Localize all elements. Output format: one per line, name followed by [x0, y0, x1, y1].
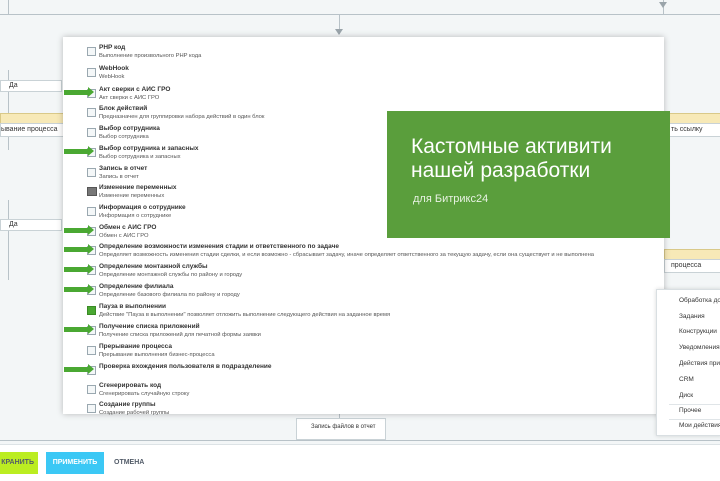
activity-title: Создание группы	[99, 401, 156, 408]
menu-item[interactable]: Прочее	[679, 407, 701, 414]
activity-description: Информация о сотруднике	[99, 213, 172, 219]
highlight-arrow-icon	[64, 146, 94, 156]
activity-description: WebHook	[99, 74, 125, 80]
activity-title: Запись в отчет	[99, 165, 148, 172]
canvas-connector	[8, 200, 9, 280]
save-button[interactable]: КРАНИТЬ	[0, 452, 38, 474]
activity-label: ывание процесса	[1, 126, 58, 133]
user-icon	[87, 128, 96, 137]
activity-title: Пауза в выполнении	[99, 303, 167, 310]
activity-title: Определение филиала	[99, 283, 174, 290]
highlight-arrow-icon	[64, 225, 94, 235]
activity-description: Изменение переменных	[99, 193, 165, 199]
activity-description: Обмен с АИС ГРО	[99, 233, 149, 239]
bottom-toolbar	[0, 444, 720, 481]
activity-description: Выбор сотрудника и запасных	[99, 154, 181, 160]
activity-title: Проверка вхождения пользователя в подраз…	[99, 363, 272, 370]
activity-description: Определение базового филиала по району и…	[99, 292, 240, 298]
promo-headline-line1: Кастомные активити	[411, 135, 612, 158]
activity-title: Выбор сотрудника	[99, 125, 160, 132]
activity-category-menu: Обработка до Задания Конструкции Уведомлени…	[656, 289, 720, 436]
report-icon	[87, 168, 96, 177]
apply-button[interactable]: ПРИМЕНИТЬ	[46, 452, 104, 474]
activity-description: Запись в отчет	[99, 174, 139, 180]
activity-description: Определение монтажной службы по району и…	[99, 272, 243, 278]
info-icon	[87, 207, 96, 216]
group-icon	[87, 404, 96, 413]
highlight-arrow-icon	[64, 364, 94, 374]
highlight-arrow-icon	[64, 264, 94, 274]
promo-subline: для Битрикс24	[413, 193, 489, 205]
menu-separator	[669, 419, 720, 420]
highlight-arrow-icon	[64, 87, 94, 97]
menu-item[interactable]: Конструкции	[679, 328, 717, 335]
cancel-button[interactable]: ОТМЕНА	[114, 452, 144, 474]
code-icon	[87, 47, 96, 56]
block-icon	[87, 108, 96, 117]
menu-separator	[669, 404, 720, 405]
activity-title: PHP код	[99, 44, 126, 51]
highlight-arrow-icon	[64, 244, 94, 254]
activity-title: Прерывание процесса	[99, 343, 172, 350]
activity-description: Получение списка приложений для печатной…	[99, 332, 261, 338]
activity-title: Обмен с АИС ГРО	[99, 224, 157, 231]
promo-headline-line2: нашей разработки	[411, 159, 591, 182]
menu-item[interactable]: Уведомления	[679, 344, 720, 351]
activity-description: Прерывание выполнения бизнес-процесса	[99, 352, 215, 358]
menu-item[interactable]: Задания	[679, 313, 705, 320]
stop-icon	[87, 346, 96, 355]
canvas-activity[interactable]: процесса	[664, 259, 720, 273]
highlight-arrow-icon	[64, 284, 94, 294]
promo-banner: Кастомные активити нашей разработки для …	[387, 111, 670, 238]
menu-item[interactable]: Мои действия	[679, 422, 720, 429]
pause-icon	[87, 306, 96, 315]
activity-picker-dialog: PHP код Выполнение произвольного PHP кода…	[63, 37, 670, 416]
activity-label: Запись файлов в отчет	[311, 424, 376, 430]
activity-description: Сгенерировать случайную строку	[99, 391, 190, 397]
webhook-icon	[87, 68, 96, 77]
activity-description: Выбор сотрудника	[99, 134, 149, 140]
highlight-arrow-icon	[64, 324, 94, 334]
canvas-arrow	[335, 29, 343, 35]
activity-title: Определение монтажной службы	[99, 263, 208, 270]
activity-description: Предназначен для группировки набора дейс…	[99, 114, 265, 120]
canvas-connector	[0, 14, 720, 15]
condition-label: Да	[9, 82, 18, 89]
menu-item[interactable]: Диск	[679, 392, 693, 399]
activity-description: Определяет возможность изменения стадии …	[99, 252, 594, 258]
canvas-activity[interactable]: ть ссылку	[664, 123, 720, 137]
condition-label: Да	[9, 221, 18, 228]
menu-item[interactable]: CRM	[679, 376, 694, 383]
activity-title: Сгенерировать код	[99, 382, 162, 389]
canvas-condition-box[interactable]: Да	[0, 80, 62, 92]
activity-title: Получение списка приложений	[99, 323, 200, 330]
canvas-activity[interactable]: ывание процесса	[0, 123, 64, 137]
activity-title: Изменение переменных	[99, 184, 177, 191]
activity-description: Акт сверки с АИС ГРО	[99, 95, 160, 101]
activity-title: Определение возможности изменения стадии…	[99, 243, 339, 250]
activity-description: Действие "Пауза в выполнении" позволяет …	[99, 312, 391, 318]
activity-title: Блок действий	[99, 105, 148, 112]
canvas-activity-write-files[interactable]: Запись файлов в отчет	[296, 418, 386, 440]
generate-icon	[87, 385, 96, 394]
activity-title: Выбор сотрудника и запасных	[99, 145, 199, 152]
activity-description: Создание рабочей группы	[99, 410, 170, 416]
activity-title: Акт сверки с АИС ГРО	[99, 86, 171, 93]
canvas-condition-box[interactable]: Да	[0, 219, 62, 231]
canvas-connector	[0, 440, 720, 441]
activity-title: WebHook	[99, 65, 129, 72]
canvas-connector	[8, 0, 9, 14]
activity-description: Выполнение произвольного PHP кода	[99, 53, 202, 59]
variable-icon	[87, 187, 97, 196]
promo-headline: Кастомные активити нашей разработки	[411, 135, 612, 183]
canvas-arrow	[659, 2, 667, 8]
activity-label: процесса	[671, 262, 702, 269]
activity-title: Информация о сотруднике	[99, 204, 186, 211]
menu-item[interactable]: Обработка до	[679, 297, 720, 304]
menu-item[interactable]: Действия при	[679, 360, 720, 367]
activity-label: ть ссылку	[671, 126, 703, 133]
